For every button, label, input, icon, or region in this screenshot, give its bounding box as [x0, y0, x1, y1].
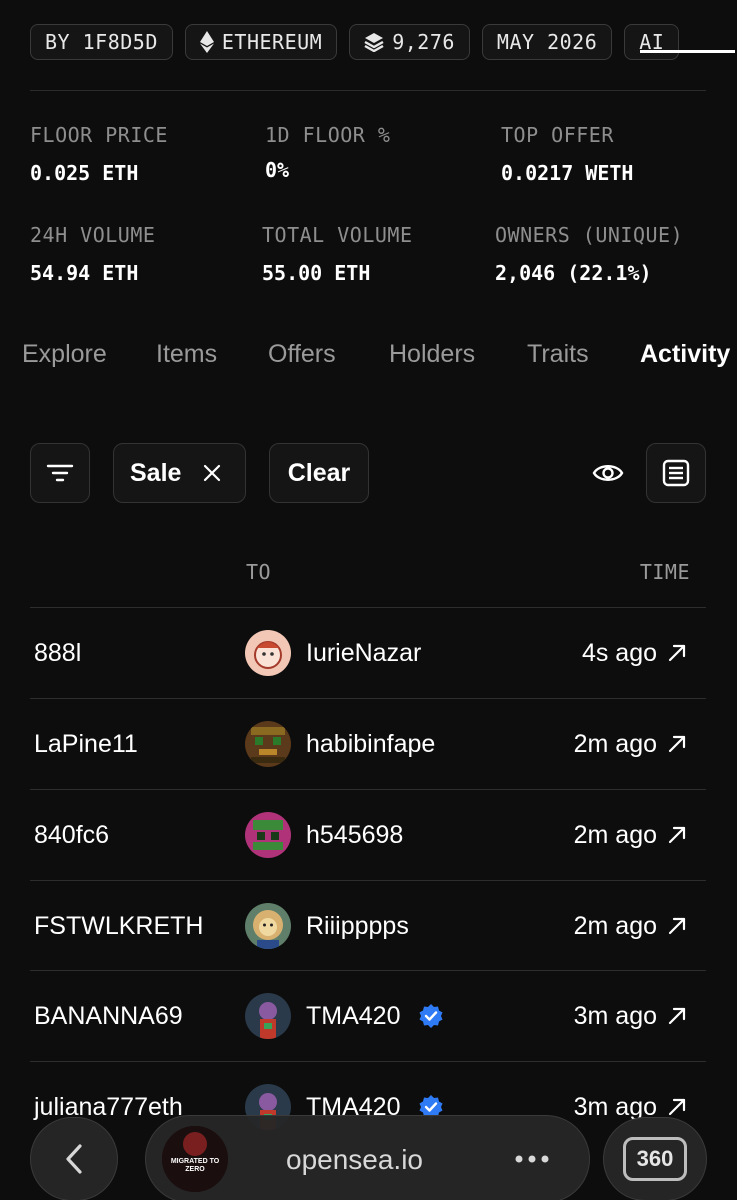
stat-value: 54.94 ETH — [30, 261, 139, 285]
tab-traits[interactable]: Traits — [527, 340, 589, 369]
filter-button[interactable] — [30, 443, 90, 503]
chain-chip[interactable]: ETHEREUM — [184, 24, 338, 60]
table-row[interactable]: 888l IurieNazar 4s ago — [0, 608, 737, 698]
external-link-icon[interactable] — [667, 916, 687, 936]
creator-label: BY 1F8D5D — [45, 30, 158, 54]
time-ago[interactable]: 3m ago — [574, 971, 657, 1061]
time-ago[interactable]: 2m ago — [574, 699, 657, 789]
chevron-left-icon — [66, 1144, 82, 1174]
from-user[interactable]: 888l — [34, 608, 81, 698]
category-chip[interactable]: AI — [624, 24, 680, 60]
stat-owners: OWNERS (UNIQUE) 2,046 (22.1%) — [495, 223, 683, 285]
table-row[interactable]: 840fc6 h545698 2m ago — [0, 790, 737, 880]
verified-badge-icon — [419, 1004, 443, 1028]
time-ago[interactable]: 4s ago — [582, 608, 657, 698]
tab-activity[interactable]: Activity — [640, 340, 730, 369]
stat-top-offer: TOP OFFER 0.0217 WETH — [501, 123, 633, 185]
external-link-icon[interactable] — [667, 825, 687, 845]
time-ago[interactable]: 2m ago — [574, 881, 657, 971]
avatar — [245, 812, 291, 858]
stat-value: 55.00 ETH — [262, 261, 371, 285]
tab-thumbnail-text: MIGRATED TO ZERO — [170, 1158, 220, 1173]
stat-volume-24h: 24H VOLUME 54.94 ETH — [30, 223, 155, 285]
stat-label: 1D FLOOR % — [265, 123, 391, 147]
table-row[interactable]: FSTWLKRETH Riiipppps 2m ago — [0, 881, 737, 971]
from-user[interactable]: FSTWLKRETH — [34, 881, 203, 971]
collection-chips: BY 1F8D5D ETHEREUM 9,276 MAY 2026 AI — [0, 24, 705, 62]
list-view-button[interactable] — [646, 443, 706, 503]
ethereum-icon — [199, 31, 214, 53]
stat-value: 0.0217 WETH — [501, 161, 634, 185]
close-icon[interactable] — [203, 464, 221, 482]
stat-value: 0% — [265, 158, 290, 182]
to-user[interactable]: h545698 — [306, 790, 403, 880]
sale-filter-label: Sale — [130, 458, 182, 487]
column-header-time: TIME — [639, 560, 690, 584]
sale-filter-chip[interactable]: Sale — [113, 443, 246, 503]
filter-icon — [46, 464, 74, 482]
to-user[interactable]: IurieNazar — [306, 608, 421, 698]
stat-label: 24H VOLUME — [30, 223, 156, 247]
browser-domain[interactable]: opensea.io — [286, 1116, 423, 1200]
more-options-icon[interactable] — [514, 1154, 550, 1164]
layers-icon — [364, 33, 384, 52]
created-date-chip[interactable]: MAY 2026 — [481, 24, 613, 60]
tab-explore[interactable]: Explore — [22, 340, 107, 369]
to-user[interactable]: Riiipppps — [306, 881, 409, 971]
browser-tabs-button[interactable]: 360 — [603, 1117, 707, 1200]
stat-value: 2,046 (22.1%) — [495, 261, 652, 285]
avatar — [245, 993, 291, 1039]
to-user[interactable]: TMA420 — [306, 971, 400, 1061]
table-row[interactable]: BANANNA69 TMA420 3m ago — [0, 971, 737, 1061]
external-link-icon[interactable] — [667, 1006, 687, 1026]
tab-items[interactable]: Items — [156, 340, 217, 369]
stat-floor-change: 1D FLOOR % 0% — [265, 123, 390, 182]
stat-label: TOP OFFER — [501, 123, 614, 147]
from-user[interactable]: LaPine11 — [34, 699, 138, 789]
items-count-label: 9,276 — [392, 30, 455, 54]
column-header-to: TO — [246, 560, 272, 584]
stat-total-volume: TOTAL VOLUME 55.00 ETH — [262, 223, 413, 285]
tab-count-badge: 360 — [623, 1137, 687, 1181]
active-tab-indicator — [640, 50, 735, 53]
clear-filters-button[interactable]: Clear — [269, 443, 369, 503]
tab-thumbnail[interactable]: MIGRATED TO ZERO — [162, 1126, 228, 1192]
chain-label: ETHEREUM — [221, 30, 323, 54]
from-user[interactable]: BANANNA69 — [34, 971, 183, 1061]
collection-tabs: Explore Items Offers Holders Traits Acti… — [22, 340, 737, 396]
to-user[interactable]: habibinfape — [306, 699, 435, 789]
stat-label: FLOOR PRICE — [30, 123, 168, 147]
stat-label: OWNERS (UNIQUE) — [495, 223, 684, 247]
stat-value: 0.025 ETH — [30, 161, 139, 185]
tab-holders[interactable]: Holders — [389, 340, 475, 369]
created-date-label: MAY 2026 — [496, 30, 598, 54]
divider — [30, 90, 706, 91]
external-link-icon[interactable] — [667, 734, 687, 754]
eye-icon[interactable] — [592, 459, 624, 487]
browser-back-button[interactable] — [30, 1117, 118, 1200]
external-link-icon[interactable] — [667, 643, 687, 663]
table-row[interactable]: LaPine11 habibinfape 2m ago — [0, 699, 737, 789]
items-count-chip[interactable]: 9,276 — [349, 24, 470, 60]
list-view-icon — [662, 459, 690, 487]
tab-offers[interactable]: Offers — [268, 340, 336, 369]
stat-label: TOTAL VOLUME — [262, 223, 413, 247]
from-user[interactable]: 840fc6 — [34, 790, 109, 880]
external-link-icon[interactable] — [667, 1097, 687, 1117]
avatar — [245, 630, 291, 676]
avatar — [245, 721, 291, 767]
creator-chip[interactable]: BY 1F8D5D — [30, 24, 173, 60]
clear-label: Clear — [287, 458, 351, 487]
browser-address-bar[interactable]: MIGRATED TO ZERO opensea.io — [145, 1115, 590, 1200]
stat-floor-price: FLOOR PRICE 0.025 ETH — [30, 123, 168, 185]
time-ago[interactable]: 2m ago — [574, 790, 657, 880]
avatar — [245, 903, 291, 949]
